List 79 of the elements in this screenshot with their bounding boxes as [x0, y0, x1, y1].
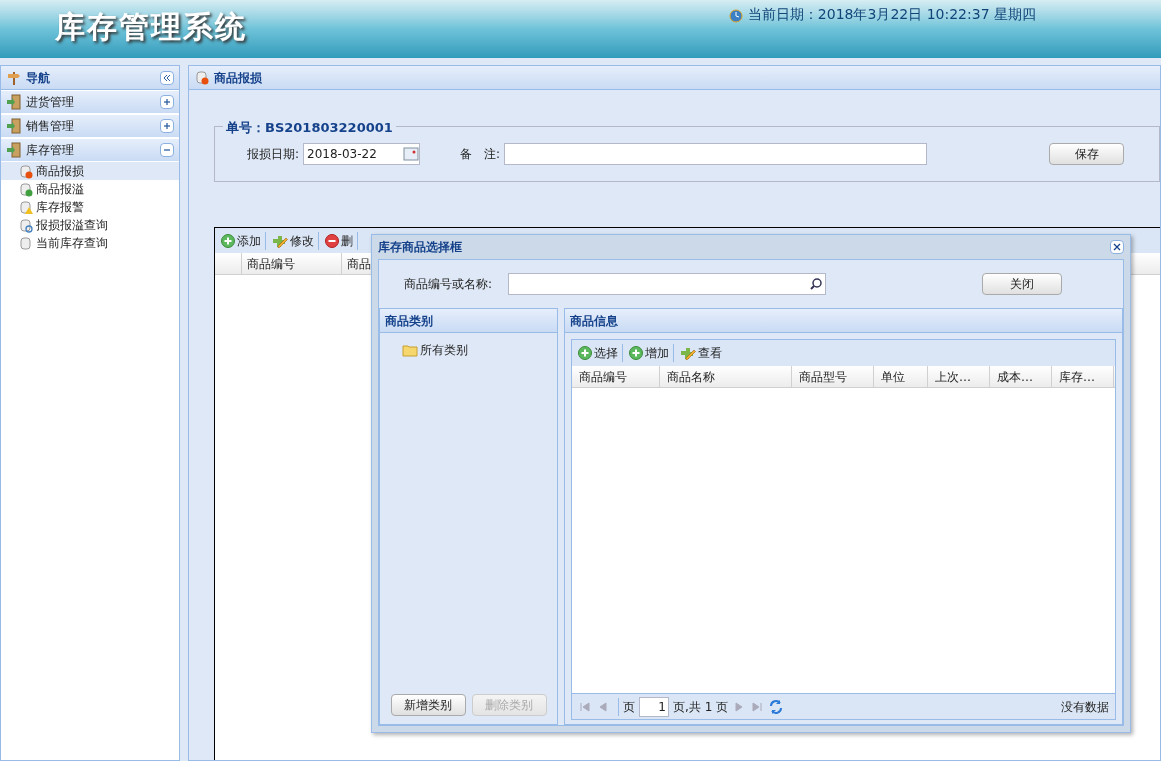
- signpost-icon: [6, 69, 22, 86]
- column-header: 商品型号: [792, 366, 874, 387]
- close-icon: [1113, 243, 1121, 251]
- nav-group-header[interactable]: 销售管理: [1, 114, 179, 138]
- content-title: 商品报损: [214, 69, 262, 87]
- sidebar-title: 导航: [26, 69, 51, 87]
- collapse-button[interactable]: [160, 143, 174, 157]
- door-icon: [6, 142, 22, 158]
- toolbar-button[interactable]: 查看: [680, 344, 726, 362]
- category-button[interactable]: 新增类别: [390, 694, 466, 716]
- first-page-icon[interactable]: [578, 700, 592, 713]
- nav-group-label: 销售管理: [26, 118, 75, 135]
- nav-item[interactable]: 库存报警: [1, 198, 179, 216]
- column-header: 库存…: [1052, 366, 1114, 387]
- nav-group-label: 进货管理: [26, 94, 75, 111]
- add-icon: [629, 346, 643, 360]
- column-header: 单位: [874, 366, 928, 387]
- collapse-sidebar-button[interactable]: [160, 70, 174, 85]
- save-button[interactable]: 保存: [1049, 143, 1125, 165]
- nav-group-header[interactable]: 库存管理: [1, 138, 179, 162]
- date-label: 报损日期:: [247, 146, 300, 163]
- toolbar-button[interactable]: 删: [325, 231, 358, 250]
- database-icon: [195, 70, 210, 85]
- nav-group-header[interactable]: 进货管理: [1, 90, 179, 114]
- page-field[interactable]: 1: [639, 696, 669, 717]
- tree-node[interactable]: 所有类别: [402, 341, 557, 359]
- toolbar-button[interactable]: 选择: [578, 344, 623, 362]
- column-header: 商品编号: [242, 253, 342, 274]
- plus-icon: [163, 98, 171, 106]
- add-icon: [221, 233, 235, 248]
- database-icon: [19, 217, 34, 233]
- toolbar-button[interactable]: 添加: [221, 231, 266, 250]
- nav-group-label: 库存管理: [26, 142, 75, 159]
- app-title: 库存管理系统: [55, 8, 247, 46]
- category-header: 商品类别: [380, 309, 557, 333]
- remark-field[interactable]: [504, 143, 928, 165]
- minus-icon: [163, 146, 171, 154]
- folder-icon: [402, 343, 418, 357]
- current-datetime: 当前日期：2018年3月22日 10:22:37 星期四: [747, 5, 1036, 24]
- search-field[interactable]: [508, 273, 827, 295]
- column-header: 上次…: [928, 366, 990, 387]
- search-icon: [809, 277, 824, 291]
- last-page-icon[interactable]: [750, 700, 765, 713]
- column-header: 商品名称: [660, 366, 792, 387]
- database-icon: [19, 199, 34, 215]
- nav-item[interactable]: 报损报溢查询: [1, 216, 179, 234]
- alarm-clock-icon: [727, 6, 744, 23]
- nav-item[interactable]: 商品报溢: [1, 180, 179, 198]
- delete-icon: [325, 233, 339, 248]
- search-label: 商品编号或名称:: [404, 276, 493, 293]
- door-icon: [6, 94, 22, 110]
- expand-button[interactable]: [160, 119, 174, 133]
- toolbar-button[interactable]: 修改: [272, 231, 319, 250]
- remark-label: 备 注:: [460, 146, 501, 163]
- column-header: 商品编号: [572, 366, 660, 387]
- pager-status: 没有数据: [1061, 698, 1109, 716]
- page-total: 页,共 1 页: [673, 698, 729, 716]
- close-button[interactable]: 关闭: [982, 273, 1063, 295]
- page-label: 页: [618, 697, 635, 716]
- add-icon: [578, 346, 592, 360]
- database-icon: [19, 163, 34, 179]
- dialog-title: 库存商品选择框: [378, 239, 462, 256]
- nav-item[interactable]: 当前库存查询: [1, 234, 179, 252]
- double-chevron-icon: [163, 73, 171, 82]
- refresh-icon[interactable]: [768, 698, 785, 715]
- plus-icon: [163, 122, 171, 130]
- nav-item[interactable]: 商品报损: [1, 162, 179, 180]
- toolbar-button[interactable]: 增加: [629, 344, 674, 362]
- date-field[interactable]: 2018-03-22: [303, 143, 421, 165]
- database-icon: [19, 181, 34, 197]
- goods-header: 商品信息: [565, 309, 1122, 333]
- pencil-icon: [680, 346, 696, 360]
- door-icon: [6, 118, 22, 134]
- close-button[interactable]: [1110, 240, 1124, 254]
- expand-button[interactable]: [160, 95, 174, 109]
- column-header: 成本…: [990, 366, 1052, 387]
- pencil-icon: [272, 233, 288, 248]
- calendar-icon: [403, 144, 420, 164]
- database-icon: [19, 235, 34, 251]
